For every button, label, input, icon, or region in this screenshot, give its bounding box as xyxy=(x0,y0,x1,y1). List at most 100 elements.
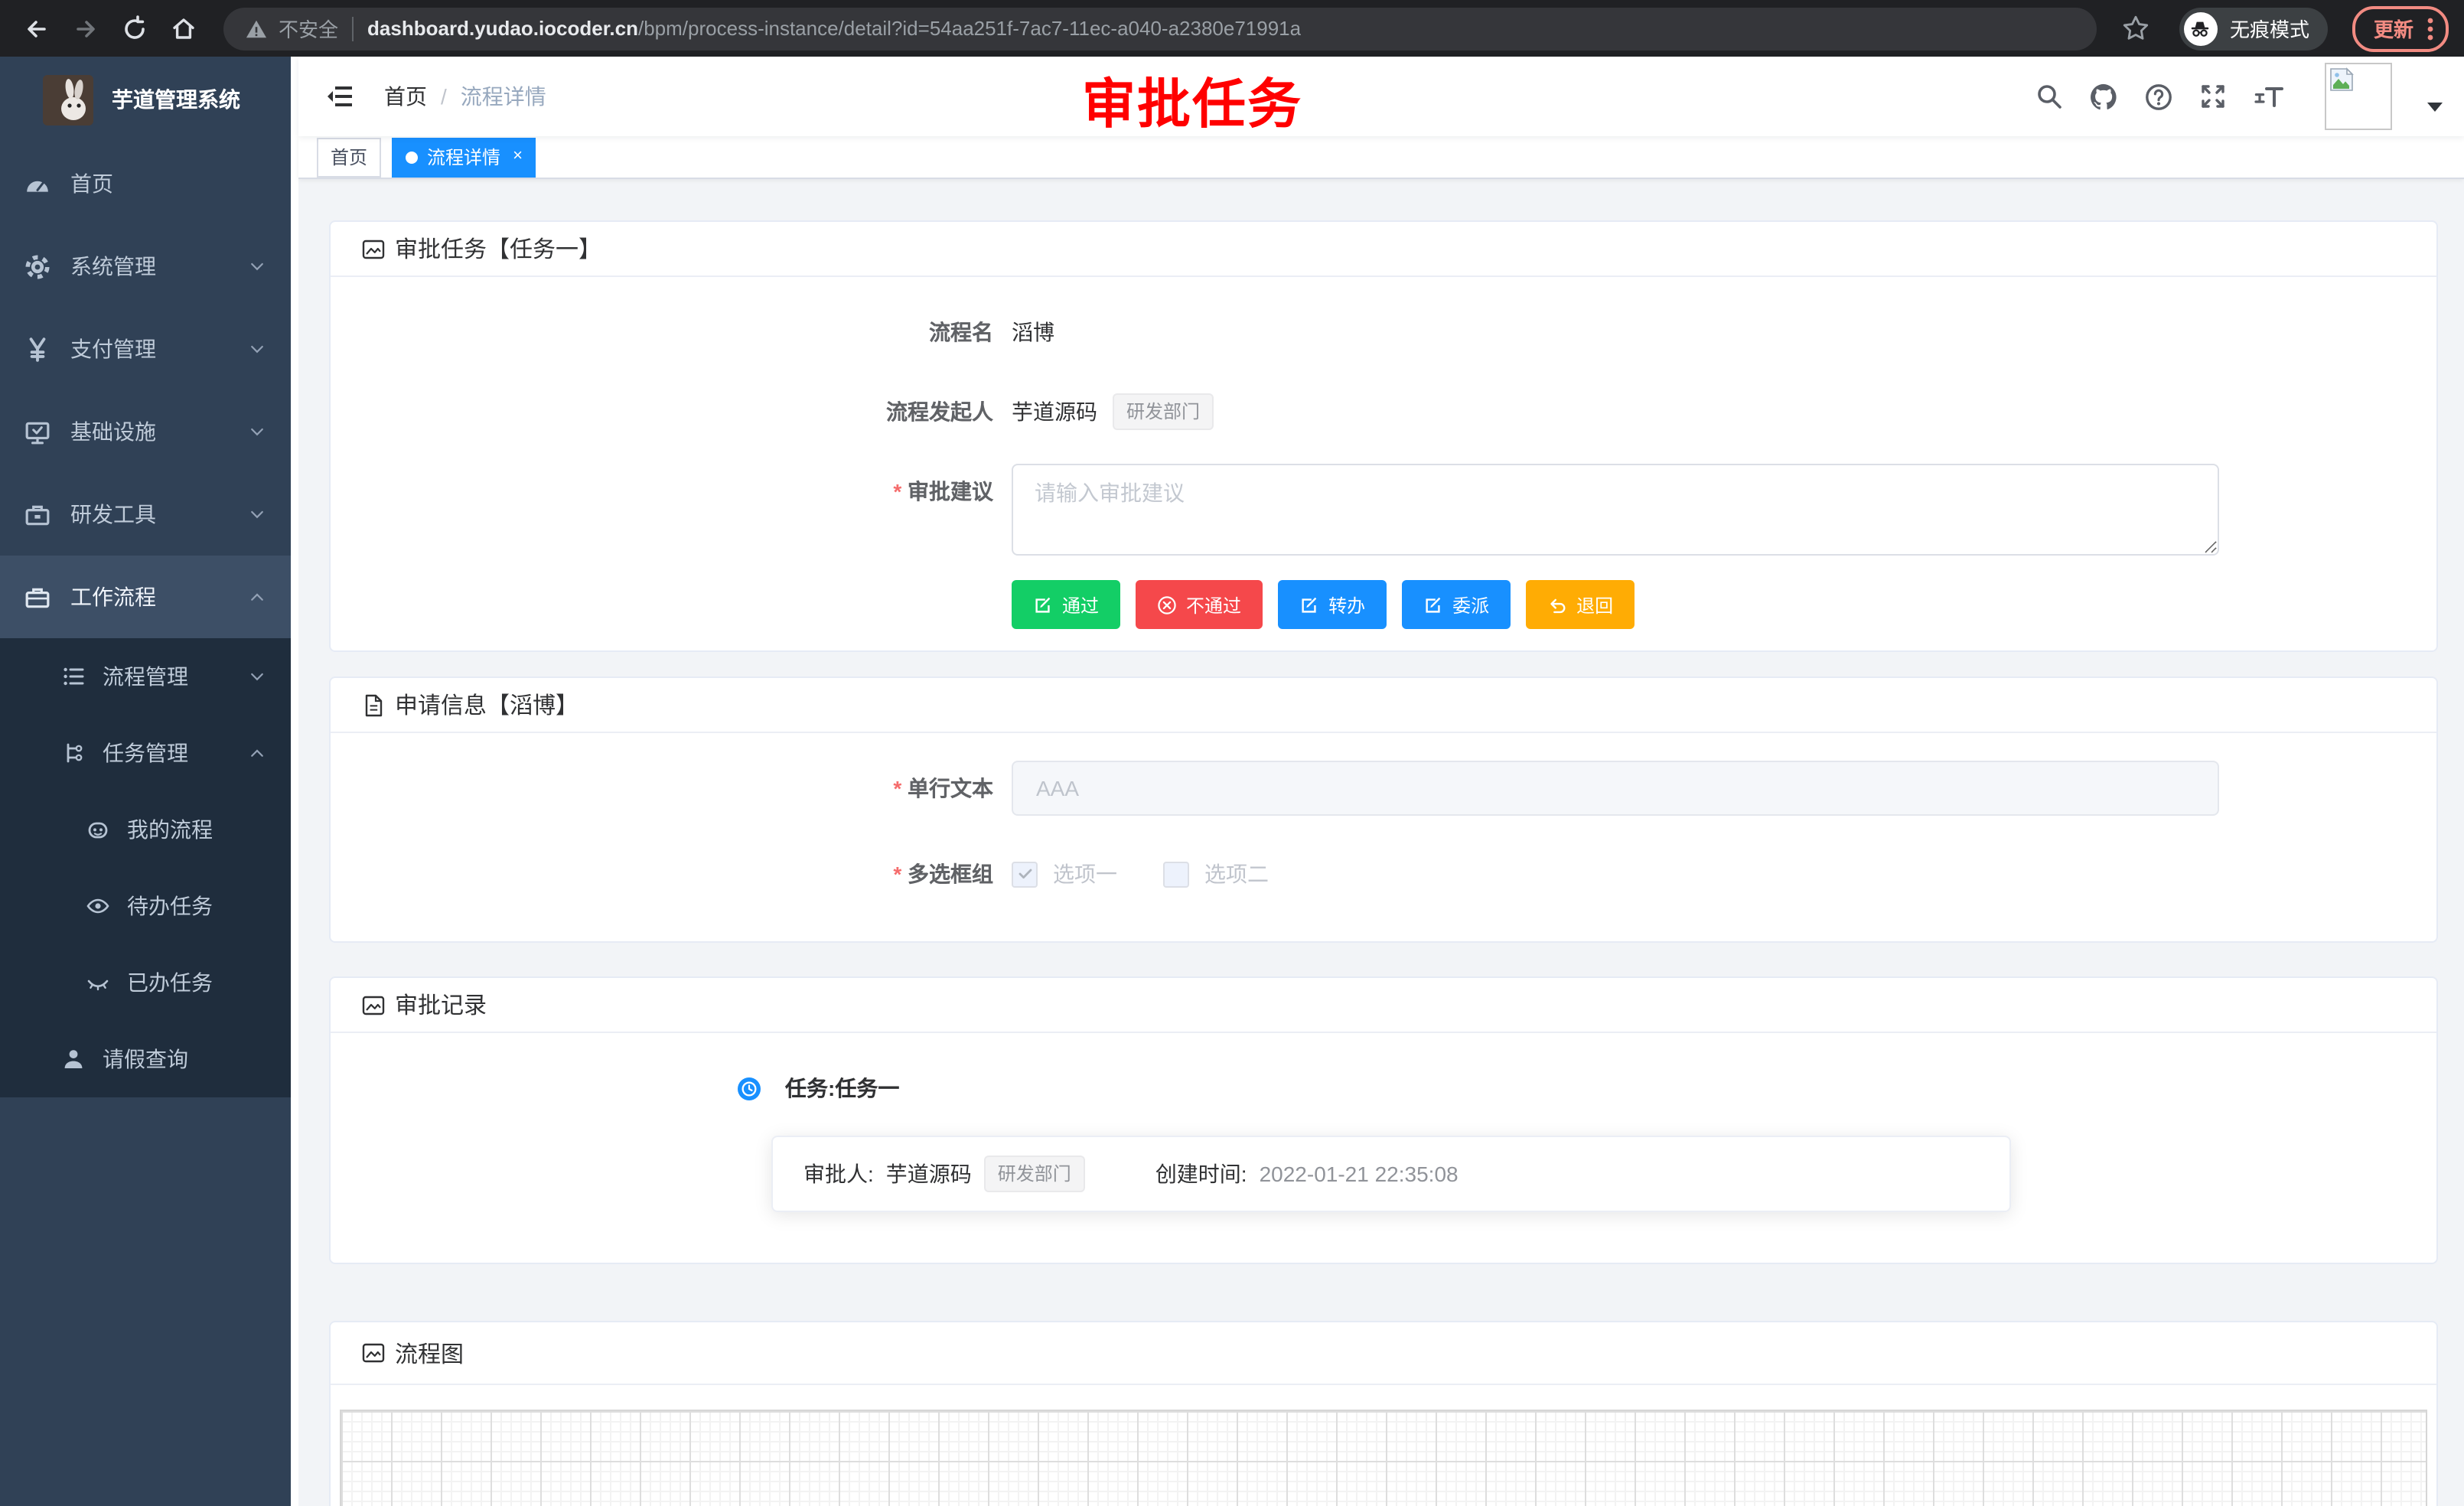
button-label: 转办 xyxy=(1328,592,1365,618)
screen: 不安全 dashboard.yudao.iocoder.cn/bpm/proce… xyxy=(0,0,2464,1506)
address-bar[interactable]: 不安全 dashboard.yudao.iocoder.cn/bpm/proce… xyxy=(223,7,2097,50)
search-button[interactable] xyxy=(2035,83,2063,110)
application-info-card: 申请信息【滔博】 单行文本 多选框组 xyxy=(329,676,2438,943)
breadcrumb-home-link[interactable]: 首页 xyxy=(384,81,427,112)
fullscreen-icon xyxy=(2199,83,2227,110)
process-diagram-card: 流程图 xyxy=(329,1321,2438,1506)
approve-button[interactable]: 通过 xyxy=(1012,580,1120,629)
top-navbar: 首页 / 流程详情 审批任务 xyxy=(298,57,2464,136)
app-logo-row[interactable]: 芋道管理系统 xyxy=(0,57,291,142)
sidebar-item-label: 流程管理 xyxy=(103,661,188,692)
sidebar-item-leave-query[interactable]: 请假查询 xyxy=(0,1021,291,1097)
card-title: 审批任务【任务一】 xyxy=(395,233,601,265)
tab-home[interactable]: 首页 xyxy=(317,137,381,177)
process-name-value: 滔博 xyxy=(1012,305,1054,360)
search-icon xyxy=(2035,83,2063,110)
tab-process-detail[interactable]: 流程详情 × xyxy=(392,137,536,177)
incognito-label: 无痕模式 xyxy=(2230,14,2309,43)
font-size-button[interactable] xyxy=(2253,83,2286,110)
tab-label: 流程详情 xyxy=(427,144,500,170)
edit-icon xyxy=(1299,595,1319,614)
breadcrumb: 首页 / 流程详情 xyxy=(384,81,546,112)
sidebar-item-label: 工作流程 xyxy=(70,582,156,612)
reject-button[interactable]: 不通过 xyxy=(1136,580,1263,629)
card-title: 审批记录 xyxy=(395,989,487,1021)
card-title: 申请信息【滔博】 xyxy=(395,689,579,721)
sidebar-item-label: 首页 xyxy=(70,168,113,199)
tab-close-icon[interactable]: × xyxy=(510,148,523,165)
sidebar-item-label: 待办任务 xyxy=(127,891,213,921)
browser-forward-button[interactable] xyxy=(64,7,107,50)
delegate-button[interactable]: 委派 xyxy=(1402,580,1511,629)
site-security-indicator[interactable]: 不安全 xyxy=(245,14,338,43)
clock-icon xyxy=(738,1077,761,1100)
bookmark-star-button[interactable] xyxy=(2115,7,2158,50)
bpmn-canvas-grid[interactable] xyxy=(340,1410,2427,1506)
sidebar-item-label: 我的流程 xyxy=(127,814,213,845)
dashboard-icon xyxy=(23,171,51,197)
edit-icon xyxy=(1033,595,1053,614)
chevron-down-icon xyxy=(248,667,266,686)
picture-icon xyxy=(361,1341,386,1365)
circle-close-icon xyxy=(1157,595,1177,614)
help-button[interactable] xyxy=(2144,82,2173,111)
app-title: 芋道管理系统 xyxy=(112,84,240,115)
return-button[interactable]: 退回 xyxy=(1526,580,1635,629)
create-time-value: 2022-01-21 22:35:08 xyxy=(1260,1162,1459,1186)
sidebar-item-label: 系统管理 xyxy=(70,251,156,282)
sidebar-item-todo-tasks[interactable]: 待办任务 xyxy=(0,868,291,944)
sidebar: 芋道管理系统 首页 系统管理 支付管理 xyxy=(0,57,291,1506)
sidebar-item-my-process[interactable]: 我的流程 xyxy=(0,791,291,868)
comment-label: 审批建议 xyxy=(331,464,1012,519)
breadcrumb-separator: / xyxy=(441,84,447,109)
red-annotation-text: 审批任务 xyxy=(1082,61,1302,139)
forward-arrow-icon xyxy=(72,15,99,42)
button-label: 退回 xyxy=(1576,592,1613,618)
broken-image-icon xyxy=(2329,67,2354,92)
browser-back-button[interactable] xyxy=(15,7,58,50)
initiator-value: 芋道源码 xyxy=(1012,384,1097,439)
transfer-button[interactable]: 转办 xyxy=(1278,580,1387,629)
sidebar-item-workflow[interactable]: 工作流程 xyxy=(0,556,291,638)
button-label: 委派 xyxy=(1452,592,1489,618)
home-icon xyxy=(170,15,197,42)
question-circle-icon xyxy=(2144,82,2173,111)
robot-face-icon xyxy=(86,817,110,842)
chevron-down-icon xyxy=(248,422,266,441)
sidebar-item-task-mgmt[interactable]: 任务管理 xyxy=(0,715,291,791)
sidebar-item-infra[interactable]: 基础设施 xyxy=(0,390,291,473)
tags-view-bar: 首页 流程详情 × xyxy=(298,136,2464,179)
sidebar-item-done-tasks[interactable]: 已办任务 xyxy=(0,944,291,1021)
breadcrumb-current: 流程详情 xyxy=(461,81,546,112)
comment-textarea[interactable] xyxy=(1012,464,2219,556)
sidebar-scrollbar-track[interactable] xyxy=(291,57,298,1506)
browser-home-button[interactable] xyxy=(162,7,205,50)
browser-reload-button[interactable] xyxy=(113,7,156,50)
process-list-icon xyxy=(61,664,86,689)
fullscreen-button[interactable] xyxy=(2199,83,2227,110)
sidebar-item-label: 请假查询 xyxy=(103,1044,188,1074)
sidebar-item-devtools[interactable]: 研发工具 xyxy=(0,473,291,556)
user-avatar[interactable] xyxy=(2325,63,2392,130)
browser-menu-icon[interactable] xyxy=(2427,16,2433,41)
picture-icon xyxy=(361,236,386,261)
approval-task-card-header: 审批任务【任务一】 xyxy=(331,222,2436,277)
rollback-icon xyxy=(1547,595,1567,614)
checkbox-group: 选项一 选项二 xyxy=(1012,846,1269,901)
sidebar-item-process-mgmt[interactable]: 流程管理 xyxy=(0,638,291,715)
timeline-node: 任务:任务一 xyxy=(738,1073,2436,1103)
checkbox-option-2: 选项二 xyxy=(1163,859,1269,889)
sidebar-item-payment[interactable]: 支付管理 xyxy=(0,308,291,390)
sidebar-item-label: 任务管理 xyxy=(103,738,188,768)
gear-icon xyxy=(23,253,51,279)
sidebar-item-system[interactable]: 系统管理 xyxy=(0,225,291,308)
sidebar-collapse-button[interactable] xyxy=(317,75,363,118)
checkbox-unchecked-icon xyxy=(1163,861,1189,887)
sidebar-item-home[interactable]: 首页 xyxy=(0,142,291,225)
approver-dept-tag: 研发部门 xyxy=(984,1156,1085,1192)
browser-update-button[interactable]: 更新 xyxy=(2352,5,2449,51)
github-button[interactable] xyxy=(2089,82,2118,111)
eye-closed-icon xyxy=(86,970,110,995)
sidebar-item-label: 已办任务 xyxy=(127,967,213,998)
avatar-dropdown-caret[interactable] xyxy=(2427,103,2443,112)
